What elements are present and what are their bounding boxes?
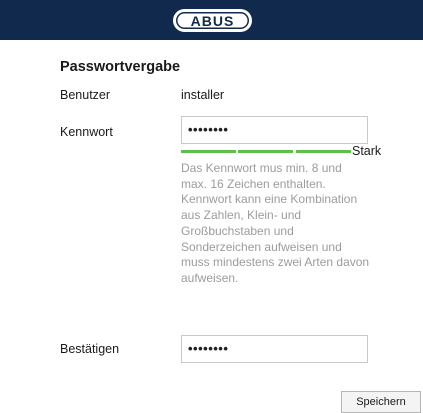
password-strength-meter	[181, 150, 351, 153]
save-button[interactable]: Speichern	[341, 391, 421, 413]
abus-logo: ABUS	[172, 8, 253, 33]
page-title: Passwortvergabe	[60, 59, 181, 75]
password-field[interactable]: ••••••••	[181, 116, 368, 144]
password-hint: Das Kennwort mus min. 8 und max. 16 Zeic…	[181, 161, 370, 285]
strength-label: Stark	[352, 144, 382, 158]
user-label: Benutzer	[60, 88, 111, 102]
confirm-password-field[interactable]: ••••••••	[181, 335, 368, 363]
abus-logo-graphic: ABUS	[173, 9, 252, 32]
confirm-label: Bestätigen	[60, 342, 120, 356]
strength-segment-2	[238, 150, 293, 153]
svg-text:ABUS: ABUS	[191, 13, 235, 29]
app-header: ABUS	[0, 0, 423, 40]
user-value: installer	[181, 88, 225, 102]
strength-segment-1	[181, 150, 236, 153]
strength-segment-3	[296, 150, 351, 153]
password-label: Kennwort	[60, 125, 113, 139]
